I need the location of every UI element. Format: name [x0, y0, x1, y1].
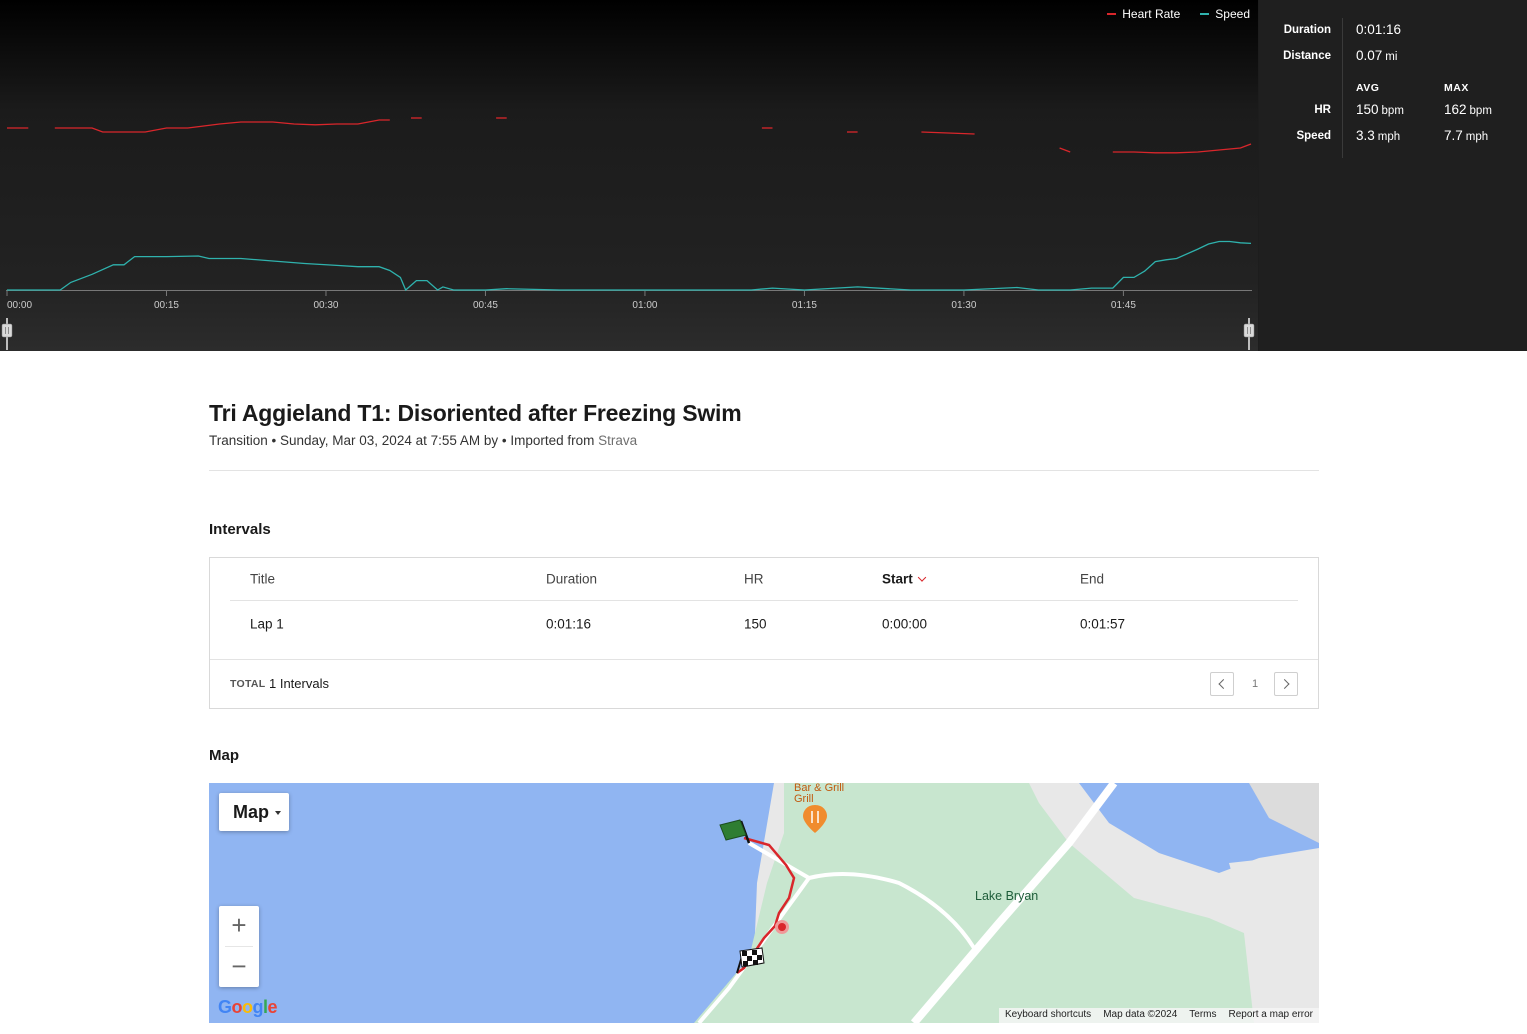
place-label-lake: Lake Bryan	[975, 889, 1039, 903]
chart-svg: 00:00 00:15 00:30 00:45 01:00 01:15 01:30 01:45	[1, 117, 1255, 350]
range-end-handle[interactable]	[1243, 323, 1255, 338]
route-map[interactable]: Bar & Grill Grill Lake Bryan Map + − Goo…	[209, 783, 1319, 1023]
x-tick-label: 01:30	[951, 300, 976, 311]
hr-max-value: 162 bpm	[1444, 102, 1492, 117]
total-value: 1 Intervals	[269, 676, 329, 691]
finish-flag-icon	[739, 947, 765, 968]
next-page-button[interactable]	[1274, 672, 1298, 696]
report-map-error-link[interactable]: Report a map error	[1223, 1008, 1319, 1023]
cell-start: 0:00:00	[882, 616, 928, 631]
speed-avg-number: 3.3	[1356, 128, 1375, 143]
map-footer: Keyboard shortcuts Map data ©2024 Terms …	[999, 1008, 1319, 1023]
legend-item-heart-rate[interactable]: Heart Rate	[1107, 7, 1180, 21]
page-number: 1	[1251, 678, 1259, 690]
heart-rate-series-line	[1112, 143, 1252, 154]
hr-max-number: 162	[1444, 102, 1467, 117]
table-footer: TOTAL 1 Intervals 1	[210, 659, 1318, 709]
cell-duration: 0:01:16	[546, 616, 592, 631]
max-header: MAX	[1444, 82, 1469, 94]
col-hr-header[interactable]: HR	[744, 572, 764, 587]
x-tick-label: 01:15	[792, 300, 817, 311]
col-start-label: Start	[882, 571, 913, 587]
map-section-title: Map	[209, 747, 239, 764]
chevron-right-icon	[1279, 679, 1290, 689]
header-divider	[209, 470, 1319, 471]
caret-down-icon	[275, 811, 281, 815]
distance-label: Distance	[1283, 50, 1331, 62]
import-source-link[interactable]: Strava	[598, 433, 637, 448]
hr-avg-number: 150	[1356, 102, 1379, 117]
chart-area[interactable]: 00:00 00:15 00:30 00:45 01:00 01:15 01:30 01:45…	[0, 0, 1258, 351]
stats-divider	[1342, 18, 1343, 158]
cell-end: 0:01:57	[1080, 616, 1126, 631]
chevron-left-icon	[1218, 679, 1229, 689]
zoom-in-button[interactable]: +	[219, 906, 259, 946]
intervals-section-title: Intervals	[209, 521, 271, 538]
zoom-out-button[interactable]: −	[219, 947, 259, 987]
map-canvas	[694, 783, 1319, 1023]
table-row[interactable]: Lap 1 0:01:16 150 0:00:00 0:01:57	[230, 601, 1298, 646]
x-tick-label: 00:00	[7, 300, 32, 311]
x-tick-label: 01:00	[632, 300, 657, 311]
distance-number: 0.07	[1356, 48, 1383, 63]
keyboard-shortcuts-link[interactable]: Keyboard shortcuts	[999, 1008, 1097, 1023]
duration-label: Duration	[1283, 24, 1331, 36]
map-data-attribution: Map data ©2024	[1103, 1009, 1178, 1020]
hr-avg-value: 150 bpm	[1356, 102, 1404, 117]
legend-swatch-heart-rate	[1107, 13, 1117, 15]
map-type-dropdown[interactable]: Map	[219, 793, 289, 831]
prev-page-button[interactable]	[1210, 672, 1234, 696]
distance-value: 0.07 mi	[1356, 48, 1397, 63]
x-tick-label: 01:45	[1111, 300, 1136, 311]
zoom-controls: + −	[219, 906, 259, 987]
speed-max-unit: mph	[1465, 131, 1489, 143]
avg-header: AVG	[1356, 82, 1380, 94]
activity-content: Tri Aggieland T1: Disoriented after Free…	[209, 400, 1319, 764]
hr-label: HR	[1314, 104, 1331, 116]
heart-rate-series-line	[921, 131, 975, 135]
duration-value: 0:01:16	[1356, 22, 1402, 37]
col-end-header[interactable]: End	[1080, 572, 1104, 587]
total-label: TOTAL	[230, 678, 266, 690]
speed-avg-unit: mph	[1377, 131, 1401, 143]
col-duration-header[interactable]: Duration	[546, 572, 597, 587]
google-logo: Google	[218, 997, 278, 1017]
heart-rate-series-line	[54, 119, 390, 133]
stats-panel: Duration 0:01:16 Distance 0.07 mi AVG MAX…	[1259, 0, 1527, 351]
legend-swatch-speed	[1200, 13, 1210, 15]
hr-avg-unit: bpm	[1381, 105, 1404, 117]
legend-label-heart-rate: Heart Rate	[1122, 7, 1181, 21]
cell-title: Lap 1	[250, 616, 284, 631]
speed-max-value: 7.7 mph	[1444, 128, 1488, 143]
speed-label: Speed	[1296, 130, 1331, 142]
table-header: Title Duration HR Start End	[230, 558, 1298, 601]
col-start-header[interactable]: Start	[882, 571, 927, 587]
col-title-header[interactable]: Title	[250, 572, 275, 587]
heart-rate-series-line	[1059, 147, 1071, 153]
activity-meta: Transition • Sunday, Mar 03, 2024 at 7:5…	[209, 433, 595, 448]
activity-subtitle: Transition • Sunday, Mar 03, 2024 at 7:5…	[209, 433, 1319, 448]
distance-unit: mi	[1385, 51, 1398, 63]
intervals-table: Title Duration HR Start End Lap 1 0:01:1…	[209, 557, 1319, 709]
x-tick-label: 00:45	[473, 300, 498, 311]
speed-max-number: 7.7	[1444, 128, 1463, 143]
terms-link[interactable]: Terms	[1183, 1008, 1222, 1023]
poi-label-grill: Grill	[794, 793, 814, 805]
legend-label-speed: Speed	[1215, 7, 1250, 21]
activity-chart-panel: 00:00 00:15 00:30 00:45 01:00 01:15 01:30 01:45…	[0, 0, 1527, 351]
x-tick-label: 00:15	[154, 300, 179, 311]
hr-max-unit: bpm	[1469, 105, 1492, 117]
cell-hr: 150	[744, 616, 767, 631]
legend-item-speed[interactable]: Speed	[1200, 7, 1250, 21]
map-type-label: Map	[233, 802, 269, 822]
range-start-handle[interactable]	[1, 323, 13, 338]
sort-desc-icon	[917, 573, 927, 582]
speed-series-line	[7, 240, 1252, 292]
page-title: Tri Aggieland T1: Disoriented after Free…	[209, 400, 742, 426]
x-tick-label: 00:30	[313, 300, 338, 311]
speed-avg-value: 3.3 mph	[1356, 128, 1400, 143]
chart-legend: Heart Rate Speed	[1107, 7, 1250, 21]
